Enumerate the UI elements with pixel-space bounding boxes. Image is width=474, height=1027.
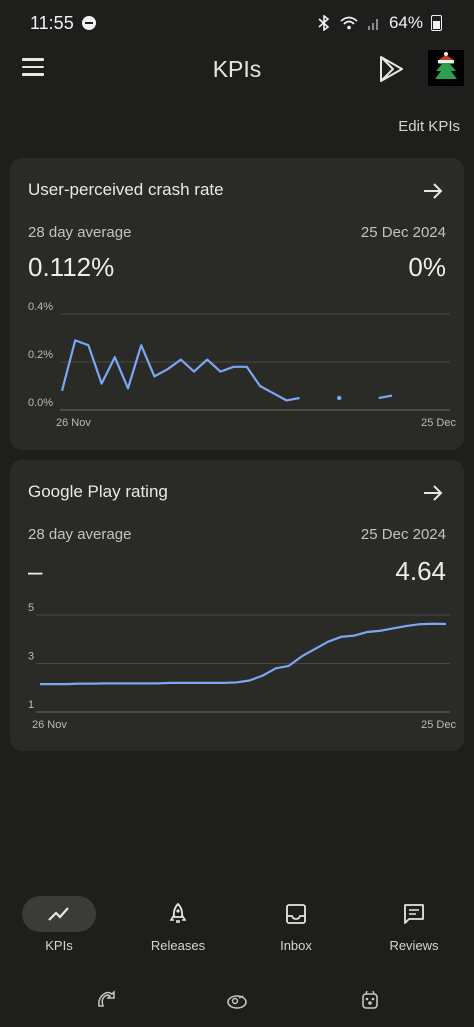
nav-label: KPIs [45,938,73,953]
reviews-icon [404,904,424,924]
nav-item-reviews[interactable]: Reviews [359,896,469,953]
series-line [378,394,393,400]
edit-kpis-link[interactable]: Edit KPIs [398,118,460,135]
nav-item-releases[interactable]: Releases [123,896,233,953]
series-line [60,339,300,402]
bluetooth-icon [318,15,330,31]
nav-item-inbox[interactable]: Inbox [241,896,351,953]
nav-pill [141,896,215,932]
data-point [337,395,342,401]
trend-icon [48,907,69,921]
nav-pill [259,896,333,932]
status-bar: 11:55 64% [0,0,474,46]
y-tick-label: 3 [28,651,34,663]
y-tick-label: 0.0% [28,397,53,409]
y-tick-label: 0.2% [28,349,53,361]
do-not-disturb-icon [81,16,96,30]
status-right: 64% [317,13,442,33]
app-avatar[interactable] [428,50,464,86]
x-tick-label: 25 Dec [421,719,456,731]
recents-icon[interactable] [358,988,382,1012]
inbox-icon [286,904,306,924]
x-tick-label: 25 Dec [421,417,456,429]
y-tick-label: 5 [28,602,34,614]
crash-rate-card[interactable]: User-perceived crash rate 28 day average… [10,158,464,450]
battery-icon [431,15,442,31]
series-line [40,622,447,686]
rocket-icon [169,902,187,923]
x-tick-label: 26 Nov [32,719,67,731]
play-store-icon[interactable] [376,54,406,84]
play-rating-chart: 5 3 1 26 Nov 25 Dec [28,602,456,731]
nav-label: Inbox [280,938,312,953]
status-left: 11:55 [30,13,96,34]
status-time: 11:55 [30,12,74,33]
wifi-icon [340,16,358,30]
crash-rate-chart: 0.4% 0.2% 0.0%26 Nov 25 Dec [28,301,456,429]
nav-item-kpis[interactable]: KPIs [4,896,114,953]
nav-pill [22,896,96,932]
battery-percent: 64% [388,13,423,32]
y-tick-label: 0.4% [28,301,53,313]
nav-label: Releases [150,938,206,953]
app-bar: KPIs [0,46,474,92]
bottom-nav: KPIs Releases Inbox Reviews [0,890,474,970]
y-tick-label: 1 [28,699,34,711]
signal-icon [367,19,378,30]
play-rating-card[interactable]: Google Play rating 28 day average 25 Dec… [10,460,464,751]
nav-pill [377,896,451,932]
back-icon[interactable] [94,988,118,1012]
x-tick-label: 26 Nov [56,417,91,429]
nav-label: Reviews [389,938,439,953]
system-nav-bar [0,980,474,1020]
home-icon[interactable] [225,988,249,1012]
